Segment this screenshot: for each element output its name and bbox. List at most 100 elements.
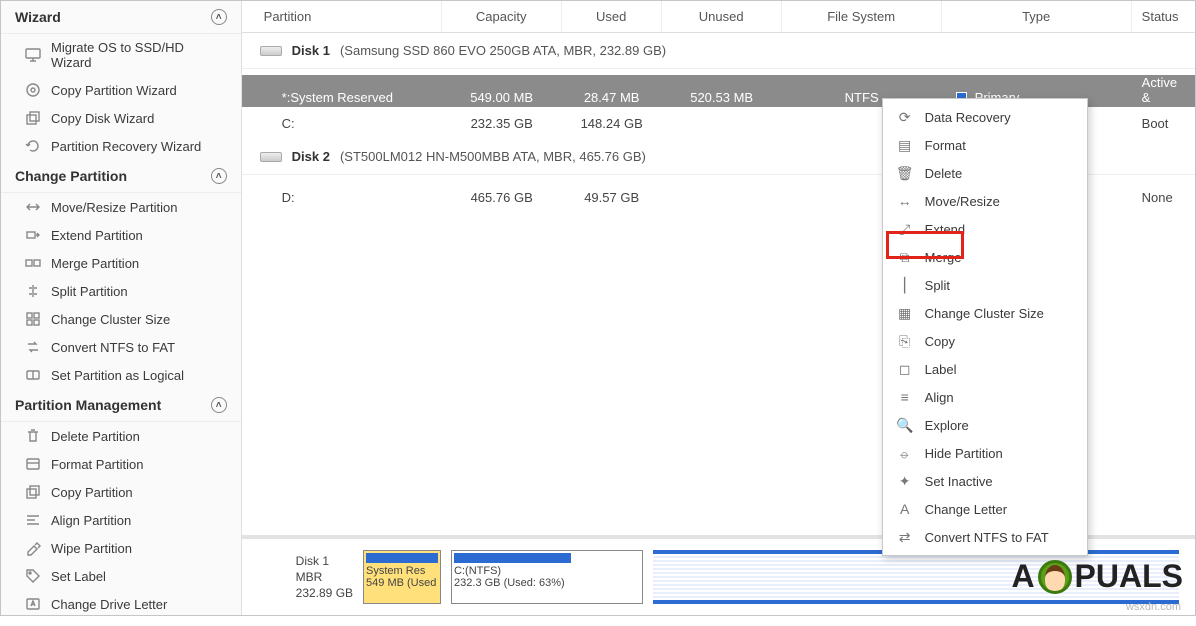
- sidebar-item-cluster[interactable]: Change Cluster Size: [1, 305, 241, 333]
- partition-block-c[interactable]: C:(NTFS) 232.3 GB (Used: 63%): [451, 550, 643, 604]
- sidebar-item-wipe[interactable]: Wipe Partition: [1, 534, 241, 562]
- sidebar-item-label[interactable]: Set Label: [1, 562, 241, 590]
- section-title: Change Partition: [15, 168, 127, 184]
- col-type[interactable]: Type: [942, 1, 1132, 32]
- convert-icon: ⇄: [897, 529, 913, 545]
- cell-status: Boot: [1132, 116, 1195, 131]
- ctx-inactive[interactable]: ✦Set Inactive: [883, 467, 1087, 495]
- ctx-explore[interactable]: 🔍Explore: [883, 411, 1087, 439]
- ctx-label: Change Cluster Size: [925, 306, 1044, 321]
- sidebar-item-format[interactable]: Format Partition: [1, 450, 241, 478]
- cell-used: 49.57 GB: [562, 190, 662, 205]
- sidebar-item-label: Copy Disk Wizard: [51, 111, 154, 126]
- sidebar-item-merge[interactable]: Merge Partition: [1, 249, 241, 277]
- label-icon: ◻: [897, 361, 913, 377]
- sidebar-item-partition-recovery[interactable]: Partition Recovery Wizard: [1, 132, 241, 160]
- ctx-cluster[interactable]: ▦Change Cluster Size: [883, 299, 1087, 327]
- col-capacity[interactable]: Capacity: [442, 1, 562, 32]
- sidebar-item-copy-disk-wiz[interactable]: Copy Disk Wizard: [1, 104, 241, 132]
- sidebar-item-delete[interactable]: Delete Partition: [1, 422, 241, 450]
- col-used[interactable]: Used: [562, 1, 662, 32]
- sidebar-item-extend[interactable]: Extend Partition: [1, 221, 241, 249]
- sidebar-item-split[interactable]: Split Partition: [1, 277, 241, 305]
- format-icon: [25, 456, 41, 472]
- move-resize-icon: [25, 199, 41, 215]
- inactive-icon: ✦: [897, 473, 913, 489]
- disk-group-1[interactable]: Disk 1 (Samsung SSD 860 EVO 250GB ATA, M…: [242, 33, 1195, 69]
- cell-used: 148.24 GB: [562, 116, 662, 131]
- ctx-label: Split: [925, 278, 950, 293]
- ctx-convert[interactable]: ⇄Convert NTFS to FAT: [883, 523, 1087, 551]
- cell-status: None: [1132, 190, 1195, 205]
- extend-icon: ⤢: [897, 221, 913, 237]
- ctx-delete[interactable]: 🗑Delete: [883, 159, 1087, 187]
- sidebar-item-label: Convert NTFS to FAT: [51, 340, 175, 355]
- sidebar-item-set-logical[interactable]: Set Partition as Logical: [1, 361, 241, 389]
- ctx-label: Copy: [925, 334, 955, 349]
- logo-rest: PUALS: [1075, 558, 1183, 595]
- col-status[interactable]: Status: [1132, 1, 1195, 32]
- sidebar-item-convert[interactable]: Convert NTFS to FAT: [1, 333, 241, 361]
- ctx-label: Hide Partition: [925, 446, 1003, 461]
- watermark: wsxdn.com: [1126, 601, 1181, 613]
- hide-icon: ⦵: [897, 445, 913, 461]
- disk-name: Disk 2: [292, 149, 330, 164]
- context-menu: ⟳Data Recovery ▤Format 🗑Delete ↔ Move/Res…: [882, 98, 1088, 556]
- logo-letter: A: [1011, 558, 1034, 595]
- col-unused[interactable]: Unused: [662, 1, 782, 32]
- cell-used: 28.47 MB: [562, 90, 662, 105]
- chevron-up-icon: ˄: [211, 397, 227, 413]
- cell-capacity: 232.35 GB: [442, 116, 562, 131]
- copy-icon: [25, 484, 41, 500]
- ctx-merge[interactable]: ⧉Merge: [883, 243, 1087, 271]
- col-partition[interactable]: Partition: [242, 1, 442, 32]
- split-icon: [25, 283, 41, 299]
- disk-desc: (Samsung SSD 860 EVO 250GB ATA, MBR, 232…: [340, 43, 666, 58]
- sidebar-item-letter[interactable]: Change Drive Letter: [1, 590, 241, 615]
- ctx-align[interactable]: ≡Align: [883, 383, 1087, 411]
- section-head-change[interactable]: Change Partition ˄: [1, 160, 241, 193]
- sidebar-item-align[interactable]: Align Partition: [1, 506, 241, 534]
- ctx-copy[interactable]: ⎘ Copy: [883, 327, 1087, 355]
- align-icon: [25, 512, 41, 528]
- section-title: Wizard: [15, 9, 61, 25]
- ctx-label: Label: [925, 362, 957, 377]
- ctx-label: Merge: [925, 250, 962, 265]
- part-size: 549 MB (Used: [366, 577, 438, 589]
- col-filesystem[interactable]: File System: [782, 1, 942, 32]
- set-logical-icon: [25, 367, 41, 383]
- section-head-manage[interactable]: Partition Management ˄: [1, 389, 241, 422]
- sidebar-item-label: Set Partition as Logical: [51, 368, 184, 383]
- app-root: Wizard ˄ Migrate OS to SSD/HD Wizard Cop…: [0, 0, 1196, 616]
- split-icon: ⎮: [897, 277, 913, 293]
- copy-icon: ⎘: [897, 333, 913, 349]
- ctx-label: Move/Resize: [925, 194, 1000, 209]
- sidebar-item-label: Merge Partition: [51, 256, 139, 271]
- sidebar-item-label: Split Partition: [51, 284, 128, 299]
- ctx-format[interactable]: ▤Format: [883, 131, 1087, 159]
- cell-partition: *:System Reserved: [242, 90, 442, 105]
- ctx-label[interactable]: ◻ Label: [883, 355, 1087, 383]
- sidebar-item-move-resize[interactable]: Move/Resize Partition: [1, 193, 241, 221]
- ctx-letter[interactable]: AChange Letter: [883, 495, 1087, 523]
- cell-partition: D:: [242, 190, 442, 205]
- partition-block-system[interactable]: System Res 549 MB (Used: [363, 550, 441, 604]
- sidebar-item-label: Migrate OS to SSD/HD Wizard: [51, 40, 227, 70]
- main-panel: Partition Capacity Used Unused File Syst…: [242, 1, 1195, 615]
- sidebar-item-label: Change Drive Letter: [51, 597, 167, 612]
- sidebar-item-copy-partition-wiz[interactable]: Copy Partition Wizard: [1, 76, 241, 104]
- move-resize-icon: ↔: [897, 193, 913, 209]
- section-head-wizard[interactable]: Wizard ˄: [1, 1, 241, 34]
- ctx-split[interactable]: ⎮ Split: [883, 271, 1087, 299]
- ctx-extend[interactable]: ⤢Extend: [883, 215, 1087, 243]
- sidebar-item-copy[interactable]: Copy Partition: [1, 478, 241, 506]
- sidebar-item-migrate-os[interactable]: Migrate OS to SSD/HD Wizard: [1, 34, 241, 76]
- label-icon: [25, 568, 41, 584]
- extend-icon: [25, 227, 41, 243]
- ctx-label: Explore: [925, 418, 969, 433]
- ctx-hide[interactable]: ⦵ Hide Partition: [883, 439, 1087, 467]
- disk-icon: [260, 46, 282, 56]
- sidebar-item-label: Format Partition: [51, 457, 143, 472]
- ctx-data-recovery[interactable]: ⟳Data Recovery: [883, 103, 1087, 131]
- ctx-move-resize[interactable]: ↔ Move/Resize: [883, 187, 1087, 215]
